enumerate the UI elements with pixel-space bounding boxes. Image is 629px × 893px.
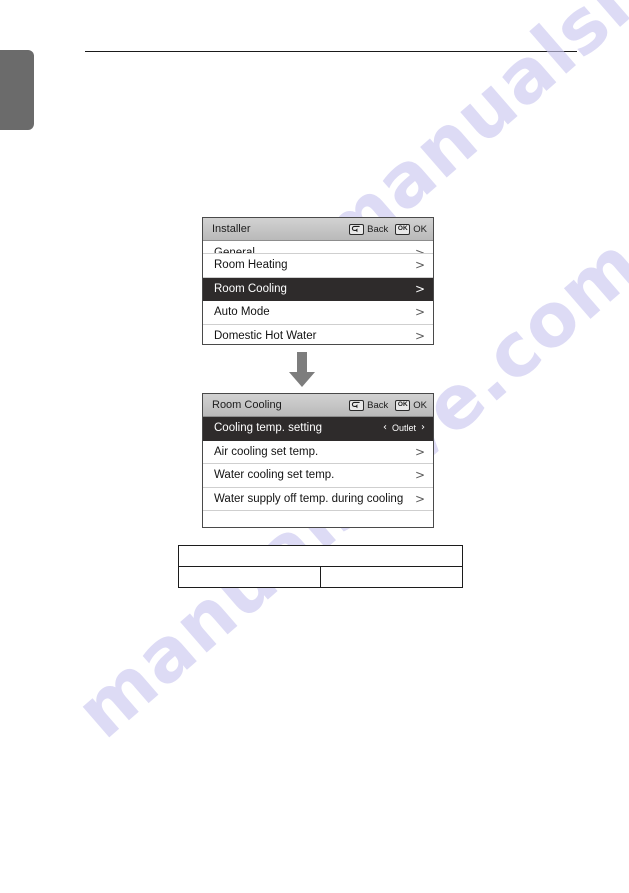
ok-label: OK bbox=[413, 223, 427, 235]
room-cooling-menu-list: Cooling temp. setting ‹ Outlet › Air coo… bbox=[203, 417, 433, 523]
menu-item-room-heating[interactable]: Room Heating > bbox=[203, 254, 433, 278]
info-table bbox=[178, 545, 463, 588]
menu-item-room-cooling[interactable]: Room Cooling > bbox=[203, 277, 433, 301]
back-icon bbox=[349, 223, 365, 235]
back-action[interactable]: Back bbox=[349, 223, 389, 235]
room-cooling-title: Room Cooling bbox=[212, 399, 282, 411]
menu-item-label: Room Heating bbox=[214, 259, 288, 272]
installer-menu-list: General > Room Heating > Room Cooling > … bbox=[203, 241, 433, 344]
cooling-temp-setting-stepper[interactable]: ‹ Outlet › bbox=[383, 423, 425, 434]
chevron-right-icon: > bbox=[414, 468, 425, 483]
menu-item-cooling-temp-setting[interactable]: Cooling temp. setting ‹ Outlet › bbox=[203, 417, 433, 441]
ok-label: OK bbox=[413, 399, 427, 411]
menu-item-label: Room Cooling bbox=[214, 282, 287, 295]
installer-titlebar-actions: Back OK OK bbox=[349, 223, 427, 235]
chevron-left-icon[interactable]: ‹ bbox=[383, 423, 387, 433]
menu-item-label: Cooling temp. setting bbox=[214, 422, 323, 435]
installer-title: Installer bbox=[212, 223, 251, 235]
chevron-right-icon: > bbox=[414, 281, 425, 296]
table-row bbox=[178, 566, 463, 588]
ok-icon: OK bbox=[395, 223, 411, 235]
chevron-right-icon: > bbox=[414, 246, 425, 254]
chevron-right-icon: > bbox=[414, 444, 425, 459]
stepper-value: Outlet bbox=[391, 423, 416, 434]
menu-item-label: Air cooling set temp. bbox=[214, 445, 319, 458]
menu-item-domestic-hot-water[interactable]: Domestic Hot Water > bbox=[203, 324, 433, 344]
chevron-right-icon: > bbox=[414, 305, 425, 320]
room-cooling-titlebar: Room Cooling Back OK OK bbox=[203, 394, 433, 417]
menu-item-label: Domestic Hot Water bbox=[214, 330, 317, 343]
down-arrow-icon bbox=[287, 352, 317, 393]
screen-room-cooling: Room Cooling Back OK OK Cooling temp. se… bbox=[202, 393, 434, 528]
menu-item-general[interactable]: General > bbox=[203, 241, 433, 254]
chevron-right-icon: > bbox=[414, 258, 425, 273]
table-cell bbox=[320, 566, 463, 588]
menu-item-air-cooling-set-temp[interactable]: Air cooling set temp. > bbox=[203, 440, 433, 464]
back-label: Back bbox=[367, 399, 389, 411]
chevron-right-icon: > bbox=[414, 329, 425, 344]
screen-installer: Installer Back OK OK General > Room Heat… bbox=[202, 217, 434, 345]
menu-item-auto-mode[interactable]: Auto Mode > bbox=[203, 301, 433, 325]
ok-icon: OK bbox=[395, 399, 411, 411]
back-label: Back bbox=[367, 223, 389, 235]
installer-titlebar: Installer Back OK OK bbox=[203, 218, 433, 241]
chevron-right-icon: > bbox=[414, 491, 425, 506]
ok-icon-text: OK bbox=[397, 224, 408, 232]
back-icon bbox=[349, 399, 365, 411]
ok-action[interactable]: OK OK bbox=[395, 223, 427, 235]
ok-icon-text: OK bbox=[397, 400, 408, 408]
menu-item-water-cooling-set-temp[interactable]: Water cooling set temp. > bbox=[203, 464, 433, 488]
menu-item-label: Water cooling set temp. bbox=[214, 469, 335, 482]
back-action[interactable]: Back bbox=[349, 399, 389, 411]
ok-action[interactable]: OK OK bbox=[395, 399, 427, 411]
menu-item-label: General bbox=[214, 247, 255, 254]
room-cooling-titlebar-actions: Back OK OK bbox=[349, 399, 427, 411]
menu-item-water-supply-off-temp[interactable]: Water supply off temp. during cooling > bbox=[203, 487, 433, 511]
chapter-tab bbox=[0, 50, 34, 130]
chevron-right-icon[interactable]: › bbox=[421, 423, 425, 433]
table-row bbox=[178, 545, 463, 567]
header-rule bbox=[85, 51, 577, 52]
table-header-cell bbox=[178, 545, 463, 567]
menu-item-label: Water supply off temp. during cooling bbox=[214, 492, 404, 505]
table-cell bbox=[178, 566, 321, 588]
menu-item-clipped[interactable] bbox=[203, 511, 433, 523]
menu-item-label: Auto Mode bbox=[214, 306, 270, 319]
